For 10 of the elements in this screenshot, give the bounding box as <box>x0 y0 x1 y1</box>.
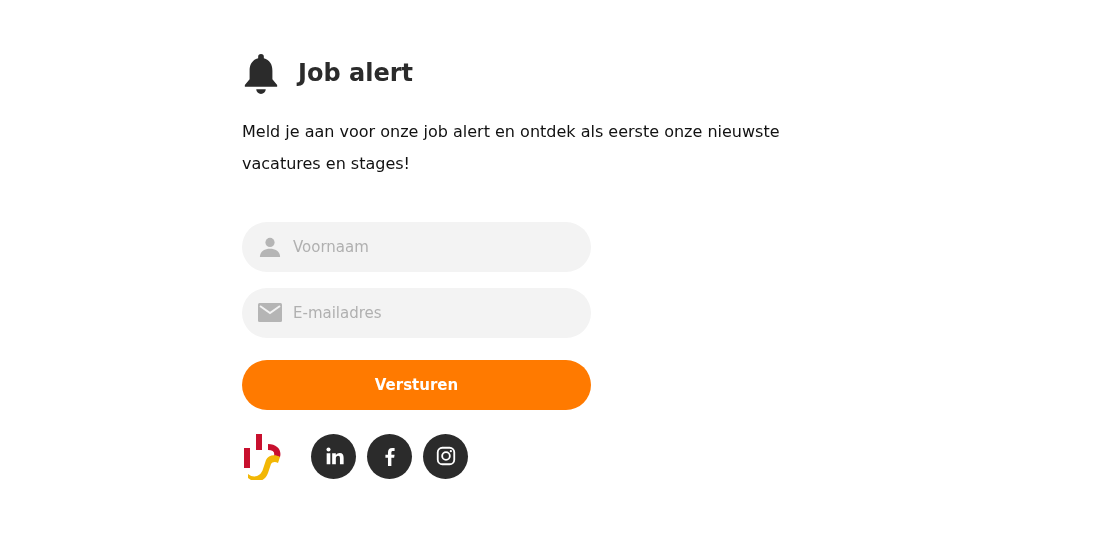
intro-text: Meld je aan voor onze job alert en ontdek als eerste onze nieuwste vacatures en stages! <box>242 121 781 175</box>
facebook-link[interactable] <box>367 433 412 479</box>
email-field[interactable]: E-mailadres <box>242 288 591 338</box>
instagram-link[interactable] <box>423 433 468 479</box>
bell-icon <box>242 52 280 94</box>
name-field[interactable]: Voornaam <box>242 222 591 272</box>
instagram-icon <box>434 445 457 467</box>
submit-button[interactable]: Versturen <box>242 360 591 410</box>
linkedin-link[interactable] <box>311 433 356 479</box>
title: Job alert <box>298 59 413 87</box>
